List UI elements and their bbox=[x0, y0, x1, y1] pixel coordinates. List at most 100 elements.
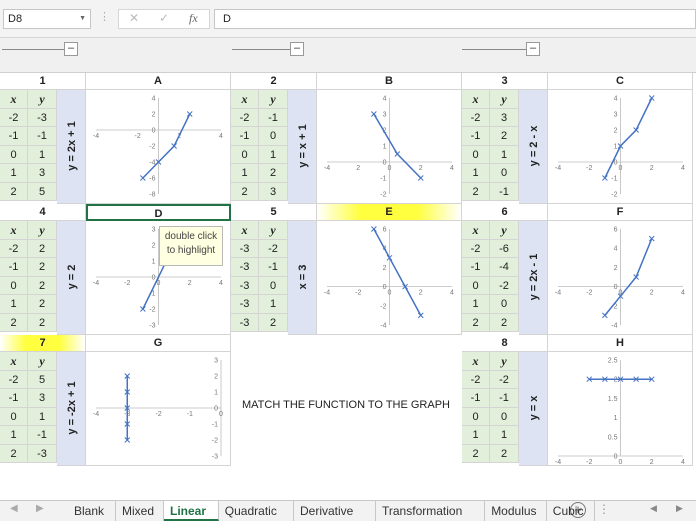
x-value[interactable]: -2 bbox=[462, 108, 490, 127]
graph-b[interactable]: -4 2 0 2 4 4 3 2 1 0 -1 -2 bbox=[317, 90, 462, 204]
x-value[interactable]: 2 bbox=[231, 182, 259, 201]
scroll-left-icon[interactable]: ◀ bbox=[650, 503, 657, 514]
y-value[interactable]: 1 bbox=[259, 145, 288, 164]
x-value[interactable]: -3 bbox=[231, 295, 259, 314]
graph-letter[interactable]: B bbox=[317, 73, 462, 90]
graph-e[interactable]: -4 -2 0 2 4 6 4 2 0 -2 -4 bbox=[317, 221, 462, 335]
collapse-group-button[interactable]: – bbox=[64, 42, 78, 56]
y-value[interactable]: 1 bbox=[28, 407, 57, 426]
function-label-cell[interactable]: y = -2x + 1 bbox=[57, 352, 86, 466]
x-value[interactable]: -1 bbox=[0, 258, 28, 277]
y-value[interactable]: -2 bbox=[259, 239, 288, 258]
y-value[interactable]: 2 bbox=[28, 258, 57, 277]
y-value[interactable]: 0 bbox=[259, 276, 288, 295]
x-value[interactable]: 1 bbox=[0, 426, 28, 445]
x-value[interactable]: -3 bbox=[231, 276, 259, 295]
graph-letter[interactable]: H bbox=[548, 335, 693, 352]
x-value[interactable]: -2 bbox=[0, 370, 28, 389]
graph-letter[interactable]: C bbox=[548, 73, 693, 90]
y-value[interactable]: -1 bbox=[28, 127, 57, 146]
x-value[interactable]: -1 bbox=[462, 389, 490, 408]
x-value[interactable]: 2 bbox=[0, 313, 28, 332]
y-value[interactable]: 5 bbox=[28, 182, 57, 201]
scroll-right-icon[interactable]: ▶ bbox=[676, 503, 683, 514]
x-value[interactable]: 0 bbox=[0, 276, 28, 295]
y-value[interactable]: 2 bbox=[490, 127, 519, 146]
x-value[interactable]: -2 bbox=[0, 108, 28, 127]
y-value[interactable]: 0 bbox=[259, 127, 288, 146]
y-value[interactable]: 2 bbox=[28, 295, 57, 314]
more-icon[interactable]: ⋮ bbox=[99, 10, 110, 23]
x-value[interactable]: 0 bbox=[462, 407, 490, 426]
name-box[interactable]: D8 ▼ bbox=[3, 9, 91, 29]
x-value[interactable]: -1 bbox=[462, 127, 490, 146]
x-value[interactable]: 1 bbox=[231, 164, 259, 183]
y-value[interactable]: 3 bbox=[28, 164, 57, 183]
function-label-cell[interactable]: y = 2 bbox=[57, 221, 86, 335]
cancel-icon[interactable]: ✕ bbox=[129, 11, 139, 25]
x-value[interactable]: 0 bbox=[231, 145, 259, 164]
y-value[interactable]: 2 bbox=[259, 164, 288, 183]
y-value[interactable]: -1 bbox=[28, 426, 57, 445]
tab-linear[interactable]: Linear bbox=[164, 501, 219, 521]
x-value[interactable]: 0 bbox=[462, 276, 490, 295]
graph-letter[interactable]: G bbox=[86, 335, 231, 352]
function-label-cell[interactable]: y = 2x + 1 bbox=[57, 90, 86, 204]
function-label-cell[interactable]: y = x + 1 bbox=[288, 90, 317, 204]
tab-transformation[interactable]: Transformation bbox=[376, 501, 486, 521]
y-value[interactable]: -3 bbox=[28, 108, 57, 127]
y-value[interactable]: -6 bbox=[490, 239, 519, 258]
y-value[interactable]: -3 bbox=[28, 444, 57, 463]
graph-h[interactable]: -4 -2 0 2 4 2.5 2 1.5 1 0.5 0 bbox=[548, 352, 693, 466]
y-value[interactable]: 2 bbox=[490, 313, 519, 332]
collapse-group-button[interactable]: – bbox=[290, 42, 304, 56]
graph-a[interactable]: -4 -2 2 4 4 2 0 -2 -4 -6 -8 bbox=[86, 90, 231, 204]
x-value[interactable]: -3 bbox=[231, 313, 259, 332]
function-label-cell[interactable]: y = 2x - 1 bbox=[519, 221, 548, 335]
y-value[interactable]: 2 bbox=[259, 313, 288, 332]
y-value[interactable]: 2 bbox=[490, 444, 519, 463]
more-icon[interactable]: ⋮ bbox=[598, 502, 610, 516]
x-value[interactable]: -1 bbox=[231, 127, 259, 146]
y-value[interactable]: 1 bbox=[490, 145, 519, 164]
scroll-right-icon[interactable]: ▶ bbox=[36, 503, 44, 514]
y-value[interactable]: 3 bbox=[28, 389, 57, 408]
y-value[interactable]: -1 bbox=[490, 389, 519, 408]
fx-icon[interactable]: fx bbox=[189, 11, 198, 26]
x-value[interactable]: 1 bbox=[462, 164, 490, 183]
formula-input[interactable]: D bbox=[214, 9, 696, 29]
y-value[interactable]: -2 bbox=[490, 370, 519, 389]
x-value[interactable]: 1 bbox=[0, 164, 28, 183]
y-value[interactable]: -1 bbox=[259, 108, 288, 127]
graph-letter[interactable]: E bbox=[317, 204, 462, 221]
y-value[interactable]: 2 bbox=[28, 276, 57, 295]
chevron-down-icon[interactable]: ▼ bbox=[79, 10, 86, 28]
x-value[interactable]: -2 bbox=[462, 239, 490, 258]
x-value[interactable]: 2 bbox=[462, 313, 490, 332]
function-label-cell[interactable]: y = 2 - x bbox=[519, 90, 548, 204]
x-value[interactable]: 2 bbox=[0, 182, 28, 201]
x-value[interactable]: 1 bbox=[0, 295, 28, 314]
x-value[interactable]: 0 bbox=[462, 145, 490, 164]
x-value[interactable]: 2 bbox=[462, 444, 490, 463]
graph-g[interactable]: -4 -3 -2 -1 0 3 2 1 0 -1 -2 -3 bbox=[86, 352, 231, 466]
y-value[interactable]: 1 bbox=[490, 426, 519, 445]
y-value[interactable]: 3 bbox=[259, 182, 288, 201]
y-value[interactable]: 5 bbox=[28, 370, 57, 389]
x-value[interactable]: -2 bbox=[231, 108, 259, 127]
x-value[interactable]: -1 bbox=[0, 389, 28, 408]
scroll-left-icon[interactable]: ◀ bbox=[10, 503, 18, 514]
x-value[interactable]: 0 bbox=[0, 145, 28, 164]
x-value[interactable]: 1 bbox=[462, 295, 490, 314]
x-value[interactable]: 1 bbox=[462, 426, 490, 445]
tab-mixed[interactable]: Mixed bbox=[116, 501, 164, 521]
y-value[interactable]: 1 bbox=[259, 295, 288, 314]
y-value[interactable]: -1 bbox=[490, 182, 519, 201]
function-label-cell[interactable]: y = x bbox=[519, 352, 548, 466]
tab-cubic[interactable]: Cubic bbox=[547, 501, 595, 521]
y-value[interactable]: -4 bbox=[490, 258, 519, 277]
x-value[interactable]: -1 bbox=[462, 258, 490, 277]
tab-blank[interactable]: Blank bbox=[68, 501, 116, 521]
x-value[interactable]: -1 bbox=[0, 127, 28, 146]
y-value[interactable]: 0 bbox=[490, 164, 519, 183]
